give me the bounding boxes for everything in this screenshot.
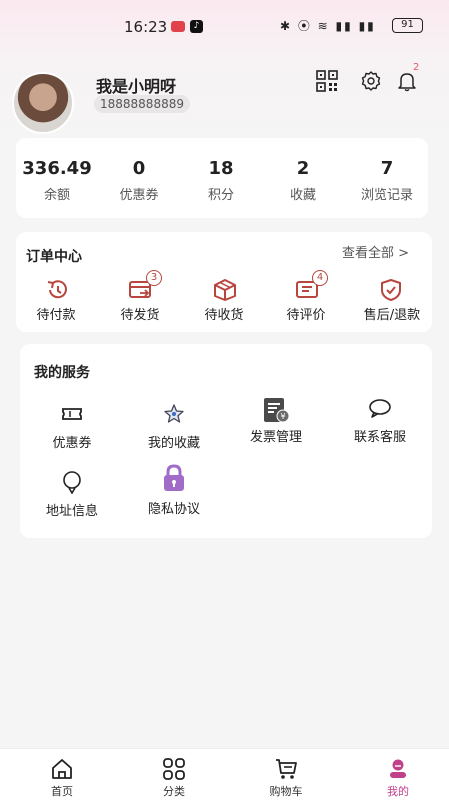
nav-cart[interactable]: 购物车: [230, 749, 342, 800]
battery-indicator: 91: [392, 18, 423, 33]
order-pending-payment[interactable]: 待付款: [18, 278, 94, 326]
service-label: 优惠券: [52, 436, 92, 451]
location-pin-icon: [63, 471, 81, 494]
status-bar: 16:23 ♪ ✱ ⦿ ≋ ▮▮ ▮▮ 91: [0, 0, 449, 56]
stat-value: 18: [208, 158, 234, 179]
nav-label: 我的: [387, 785, 409, 798]
order-label: 待评价: [286, 308, 326, 323]
order-pending-receipt[interactable]: 待收货: [186, 278, 262, 326]
notification-count-badge: 2: [413, 62, 420, 73]
order-label: 待付款: [36, 308, 76, 323]
order-pending-review[interactable]: 4 待评价: [268, 270, 344, 326]
service-coupons[interactable]: 优惠券: [24, 402, 120, 458]
signal-wifi-icons: ✱ ⦿ ≋ ▮▮ ▮▮: [280, 19, 376, 33]
ticket-icon: [62, 408, 82, 420]
box-icon: [214, 279, 236, 301]
my-services-title: 我的服务: [34, 365, 90, 381]
nav-label: 分类: [163, 785, 185, 798]
phone-number: 18888888889: [94, 95, 190, 113]
grid-icon: [163, 758, 185, 780]
stats-card: 336.49 余额 0 优惠券 18 积分 2 收藏 7 浏览记录: [16, 138, 428, 218]
nav-label: 购物车: [269, 785, 303, 798]
order-after-sales[interactable]: 售后/退款: [352, 278, 432, 326]
bottom-nav: 首页 分类 购物车 我的: [0, 748, 449, 800]
nav-home[interactable]: 首页: [6, 749, 118, 800]
avatar[interactable]: [12, 72, 74, 134]
order-label: 待收货: [204, 308, 244, 323]
order-center-card: 订单中心 查看全部 > 待付款 3 待发货 待收货 4 待评价 售后/退款: [16, 232, 432, 332]
service-label: 隐私协议: [147, 502, 200, 517]
app-notification-icon: [171, 21, 185, 32]
speech-bubble-icon: [369, 399, 391, 418]
stat-value: 2: [296, 158, 310, 179]
tiktok-notification-icon: ♪: [190, 20, 203, 33]
service-privacy[interactable]: 隐私协议: [126, 464, 222, 520]
lock-icon: [164, 464, 184, 491]
stat-label: 优惠券: [119, 188, 159, 203]
nav-profile[interactable]: 我的: [342, 749, 449, 800]
invoice-icon: ¥: [264, 398, 290, 423]
order-label: 待发货: [120, 308, 160, 323]
shield-check-icon: [381, 279, 401, 301]
order-count-badge: 4: [312, 270, 328, 286]
gear-icon[interactable]: [360, 70, 382, 92]
service-label: 发票管理: [249, 430, 302, 445]
order-label: 售后/退款: [363, 308, 421, 323]
service-customer-support[interactable]: 联系客服: [332, 396, 428, 452]
profile-icon: [390, 759, 406, 778]
stat-value: 336.49: [22, 158, 92, 179]
status-time: 16:23: [124, 18, 168, 36]
stat-label: 收藏: [289, 188, 316, 203]
cart-icon: [276, 759, 297, 779]
stat-label: 浏览记录: [360, 188, 413, 203]
service-label: 地址信息: [45, 504, 98, 519]
svg-text:¥: ¥: [280, 412, 285, 421]
service-label: 我的收藏: [147, 436, 200, 451]
my-services-card: 我的服务 优惠券 我的收藏 ¥ 发票管理 联系客服 地址信息 隐私协议: [20, 344, 432, 538]
nav-categories[interactable]: 分类: [118, 749, 230, 800]
stat-label: 积分: [207, 188, 234, 203]
star-icon: [164, 404, 184, 423]
stat-label: 余额: [43, 188, 70, 203]
order-center-title: 订单中心: [26, 249, 82, 265]
nav-label: 首页: [51, 785, 73, 798]
order-pending-shipment[interactable]: 3 待发货: [102, 270, 178, 326]
clock-back-icon: [47, 280, 67, 299]
home-icon: [52, 759, 72, 779]
service-favorites[interactable]: 我的收藏: [126, 402, 222, 458]
service-address[interactable]: 地址信息: [24, 470, 120, 526]
service-invoices[interactable]: ¥ 发票管理: [228, 396, 324, 452]
service-label: 联系客服: [353, 430, 406, 445]
stat-value: 7: [380, 158, 394, 179]
username: 我是小明呀: [96, 77, 177, 96]
order-count-badge: 3: [146, 270, 162, 286]
qr-code-icon[interactable]: [316, 70, 338, 92]
view-all-orders-link[interactable]: 查看全部 >: [342, 242, 409, 261]
stat-value: 0: [132, 158, 146, 179]
bell-icon[interactable]: [396, 70, 418, 92]
